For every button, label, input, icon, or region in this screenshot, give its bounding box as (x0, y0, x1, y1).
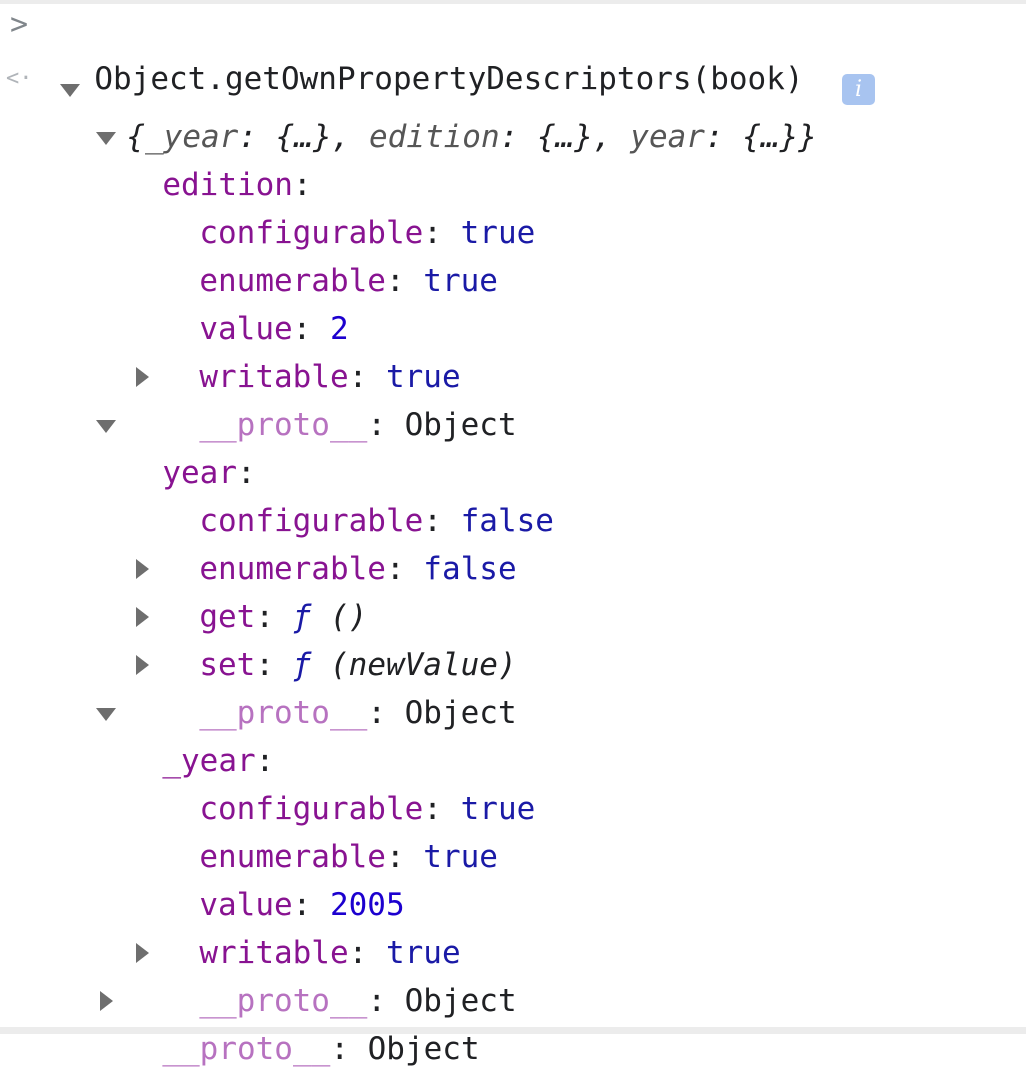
property-row: value: 2 (199, 311, 349, 347)
property-row: enumerable: false (199, 551, 517, 587)
collapse-triangle-icon[interactable] (100, 991, 113, 1011)
info-icon[interactable]: i (842, 74, 875, 105)
expand-triangle-icon[interactable] (60, 84, 80, 97)
result-arrow-icon: <· (6, 66, 33, 91)
expand-triangle-icon[interactable] (96, 132, 116, 145)
root-proto-row[interactable]: __proto__: Object (125, 977, 479, 1067)
proto-row[interactable]: __proto__: Object (162, 353, 516, 443)
expand-triangle-icon[interactable] (96, 708, 116, 721)
collapse-triangle-icon[interactable] (136, 559, 149, 579)
proto-row[interactable]: __proto__: Object (162, 641, 516, 731)
property-row: enumerable: true (199, 839, 498, 875)
property-row: value: 2005 (199, 887, 405, 923)
tree-node-underscore-year[interactable]: _year: (125, 689, 274, 779)
collapse-triangle-icon[interactable] (136, 607, 149, 627)
top-divider (0, 0, 1026, 4)
getter-row[interactable]: get: ƒ () (162, 545, 367, 635)
property-row: configurable: true (199, 791, 536, 827)
property-row: writable: true (199, 935, 461, 971)
tree-node-year[interactable]: year: (125, 401, 255, 491)
setter-row[interactable]: set: ƒ (newValue) (162, 593, 516, 683)
collapse-triangle-icon[interactable] (136, 367, 149, 387)
console-prompt-icon: > (10, 7, 29, 42)
console-input-line[interactable]: Object.getOwnPropertyDescriptors(book) (57, 7, 803, 97)
object-summary[interactable]: {_year: {…}, edition: {…}, year: {…}} (89, 65, 817, 155)
collapse-triangle-icon[interactable] (136, 655, 149, 675)
tree-node-edition[interactable]: edition: (125, 113, 311, 203)
bottom-divider (0, 1027, 1026, 1034)
proto-row[interactable]: __proto__: Object (162, 929, 516, 1019)
property-row: writable: true (199, 359, 461, 395)
expand-triangle-icon[interactable] (96, 420, 116, 433)
property-row: configurable: true (199, 215, 536, 251)
collapse-triangle-icon[interactable] (136, 943, 149, 963)
property-row: enumerable: true (199, 263, 498, 299)
property-row: configurable: false (199, 503, 554, 539)
